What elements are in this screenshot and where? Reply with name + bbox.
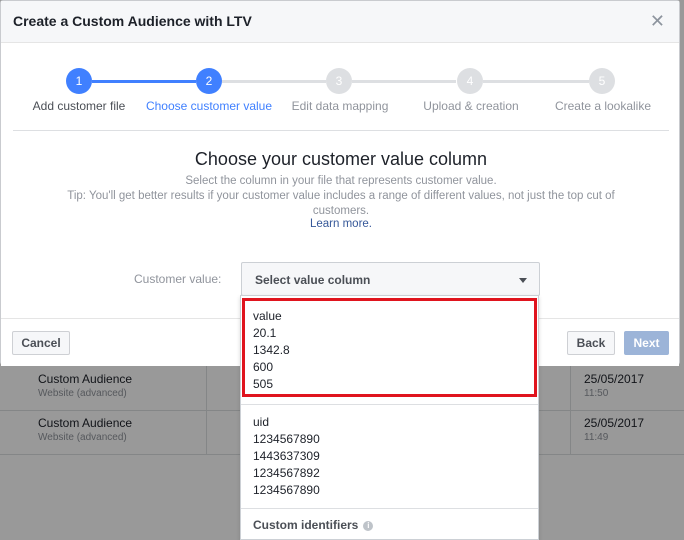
dropdown-option[interactable]: 1234567890 <box>241 482 538 499</box>
dropdown-option[interactable]: 1234567890 <box>241 431 538 448</box>
cancel-button[interactable]: Cancel <box>12 331 70 355</box>
step-3-circle: 3 <box>326 68 352 94</box>
step-connector <box>222 80 326 83</box>
learn-more-period: . <box>368 218 372 230</box>
info-icon[interactable]: i <box>363 520 374 531</box>
dropdown-option[interactable]: uid <box>241 414 538 431</box>
dropdown-group-uid: uid 1234567890 1443637309 1234567892 123… <box>241 414 538 499</box>
progress-stepper: 1 2 3 4 5 Add customer file Choose custo… <box>1 64 681 124</box>
step-5-label: Create a lookalike <box>554 99 652 113</box>
chevron-down-icon <box>519 278 527 283</box>
tip-text: Tip: You'll get better results if your c… <box>67 190 615 217</box>
learn-more-link[interactable]: Learn more <box>310 218 369 230</box>
section-description: Select the column in your file that repr… <box>41 174 641 219</box>
custom-identifiers-label: Custom identifiers <box>253 518 359 532</box>
step-2-circle[interactable]: 2 <box>196 68 222 94</box>
custom-identifiers-header: Custom identifiers i <box>253 518 374 532</box>
highlight-annotation-box <box>242 298 537 397</box>
section-divider <box>13 130 669 131</box>
step-1-label: Add customer file <box>32 99 126 113</box>
close-icon[interactable]: ✕ <box>650 11 665 32</box>
step-connector <box>92 80 196 83</box>
step-5-circle: 5 <box>589 68 615 94</box>
dropdown-option[interactable]: 1234567892 <box>241 465 538 482</box>
modal-header: Create a Custom Audience with LTV ✕ <box>1 1 679 43</box>
back-button[interactable]: Back <box>567 331 615 355</box>
step-4-circle: 4 <box>457 68 483 94</box>
select-value: Select value column <box>255 273 371 287</box>
step-connector <box>483 80 589 83</box>
step-1-circle[interactable]: 1 <box>66 68 92 94</box>
dropdown-option[interactable]: 1443637309 <box>241 448 538 465</box>
dropdown-divider <box>241 508 538 509</box>
step-connector <box>352 80 456 83</box>
dropdown-divider <box>241 404 538 405</box>
step-4-label: Upload & creation <box>423 99 519 113</box>
value-column-select[interactable]: Select value column <box>241 262 540 296</box>
section-heading: Choose your customer value column <box>194 149 488 169</box>
next-button[interactable]: Next <box>624 331 669 355</box>
customer-value-label: Customer value: <box>134 272 222 286</box>
description-line: Select the column in your file that repr… <box>185 175 497 187</box>
learn-more-row: Learn more. <box>1 218 681 230</box>
step-3-label: Edit data mapping <box>291 99 389 113</box>
modal-title: Create a Custom Audience with LTV <box>13 13 252 29</box>
step-2-label: Choose customer value <box>145 99 273 113</box>
